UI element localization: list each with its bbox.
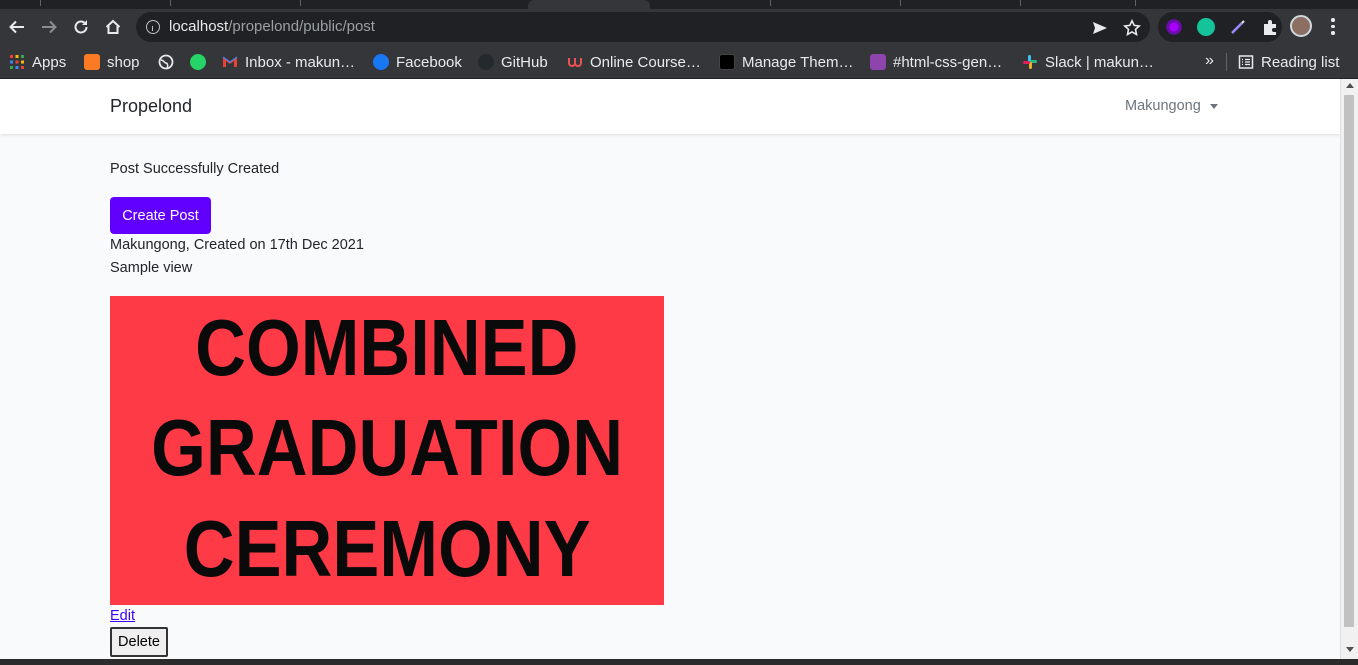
reload-icon: [74, 20, 88, 34]
udemy-icon: [568, 58, 582, 67]
gmail-icon: [222, 56, 238, 67]
page-viewport: Propelond Makungong Post Successfully Cr…: [0, 79, 1358, 659]
site-navbar: Propelond Makungong: [0, 79, 1340, 134]
xampp-icon: [84, 54, 100, 70]
bookmark-label: #html-css-gen…: [893, 53, 1003, 71]
reading-list[interactable]: Reading list: [1238, 51, 1339, 73]
image-text-line: CEREMONY: [183, 503, 591, 593]
post-title: Sample view: [110, 260, 193, 276]
globe-icon: [158, 54, 174, 70]
url-text[interactable]: localhost/propelond/public/post: [169, 18, 375, 35]
extension-purple-icon[interactable]: [1165, 18, 1183, 36]
bookmark-facebook[interactable]: Facebook: [373, 51, 462, 73]
forward-button[interactable]: [35, 13, 63, 41]
tab-separator: [300, 0, 301, 6]
facebook-icon: [373, 54, 389, 70]
bookmark-label: Online Course…: [590, 53, 701, 71]
bookmark-github[interactable]: GitHub: [478, 51, 548, 73]
arrow-right-icon: [42, 20, 57, 34]
post-image: COMBINED GRADUATION CEREMONY: [110, 296, 664, 605]
puzzle-extensions-icon[interactable]: [1261, 18, 1279, 36]
bookmark-whatsapp[interactable]: [190, 51, 206, 73]
home-icon: [105, 19, 121, 34]
tab-separator: [40, 0, 41, 6]
bookmark-globe[interactable]: [158, 51, 174, 73]
more-bookmarks-icon[interactable]: »: [1205, 52, 1214, 70]
apps-grid-icon: [10, 55, 24, 69]
address-bar[interactable]: localhost/propelond/public/post: [136, 12, 1150, 42]
create-post-button[interactable]: Create Post: [110, 197, 211, 234]
active-tab[interactable]: [528, 0, 650, 9]
arrow-left-icon: [9, 20, 24, 34]
bookmark-slack[interactable]: Slack | makun…: [1022, 51, 1154, 73]
bookmark-label: shop: [107, 53, 140, 71]
tab-separator: [170, 0, 171, 6]
tab-separator: [900, 0, 901, 6]
browser-toolbar: localhost/propelond/public/post: [0, 9, 1358, 45]
post-meta: Makungong, Created on 17th Dec 2021: [110, 237, 364, 253]
bookmark-apps[interactable]: Apps: [9, 51, 66, 73]
bookmark-manage-themes[interactable]: Manage Them…: [719, 51, 853, 73]
bookmark-html-css-gen[interactable]: #html-css-gen…: [870, 51, 1002, 73]
extensions-group: [1158, 12, 1282, 42]
bookmark-shop[interactable]: shop: [84, 51, 140, 73]
user-name: Makungong: [1125, 98, 1201, 114]
tab-separator: [770, 0, 771, 6]
bookmarks-divider: [1226, 53, 1227, 71]
reading-list-label: Reading list: [1261, 53, 1340, 71]
discord-icon: [870, 54, 886, 70]
site-brand[interactable]: Propelond: [110, 96, 192, 117]
reload-button[interactable]: [67, 13, 95, 41]
slack-icon: [1023, 55, 1037, 69]
caret-down-icon: [1209, 103, 1218, 109]
bookmark-label: Inbox - makun…: [245, 53, 356, 71]
color-picker-icon[interactable]: [1229, 18, 1247, 36]
bookmark-label: Facebook: [396, 53, 462, 71]
bookmark-label: Manage Them…: [742, 53, 854, 71]
tab-strip: [0, 0, 1358, 9]
profile-avatar[interactable]: [1290, 15, 1312, 37]
user-dropdown[interactable]: Makungong: [1125, 98, 1218, 114]
page-scrollbar[interactable]: [1340, 79, 1358, 659]
window-bottom-edge: [0, 659, 1358, 665]
bookmark-inbox[interactable]: Inbox - makun…: [222, 51, 355, 73]
reading-list-icon: [1238, 55, 1254, 69]
scroll-down-arrow-icon[interactable]: [1346, 647, 1354, 652]
scroll-up-arrow-icon[interactable]: [1346, 83, 1354, 88]
delete-button[interactable]: Delete: [110, 627, 168, 657]
bookmark-online-course[interactable]: Online Course…: [567, 51, 701, 73]
tab-separator: [1020, 0, 1021, 6]
bookmark-label: Apps: [32, 53, 67, 71]
info-icon[interactable]: [146, 20, 160, 34]
bookmark-label: Slack | makun…: [1045, 53, 1154, 71]
bookmark-star-icon[interactable]: [1123, 19, 1141, 37]
image-text-line: GRADUATION: [151, 403, 623, 493]
flash-message: Post Successfully Created: [110, 161, 280, 177]
send-tab-icon[interactable]: [1091, 19, 1109, 37]
scroll-thumb[interactable]: [1344, 95, 1354, 627]
github-icon: [478, 54, 494, 70]
edit-link[interactable]: Edit: [110, 608, 135, 624]
themeforest-icon: [719, 54, 735, 70]
grammarly-icon[interactable]: [1197, 18, 1215, 36]
image-text-line: COMBINED: [195, 303, 579, 393]
browser-menu-icon[interactable]: [1331, 18, 1335, 36]
bookmark-label: GitHub: [501, 53, 548, 71]
whatsapp-icon: [190, 54, 206, 70]
tab-separator: [1135, 0, 1136, 6]
home-button[interactable]: [99, 13, 127, 41]
back-button[interactable]: [3, 13, 31, 41]
bookmarks-bar: Apps shop Inbox - makun… Facebook GitHub…: [0, 45, 1358, 79]
